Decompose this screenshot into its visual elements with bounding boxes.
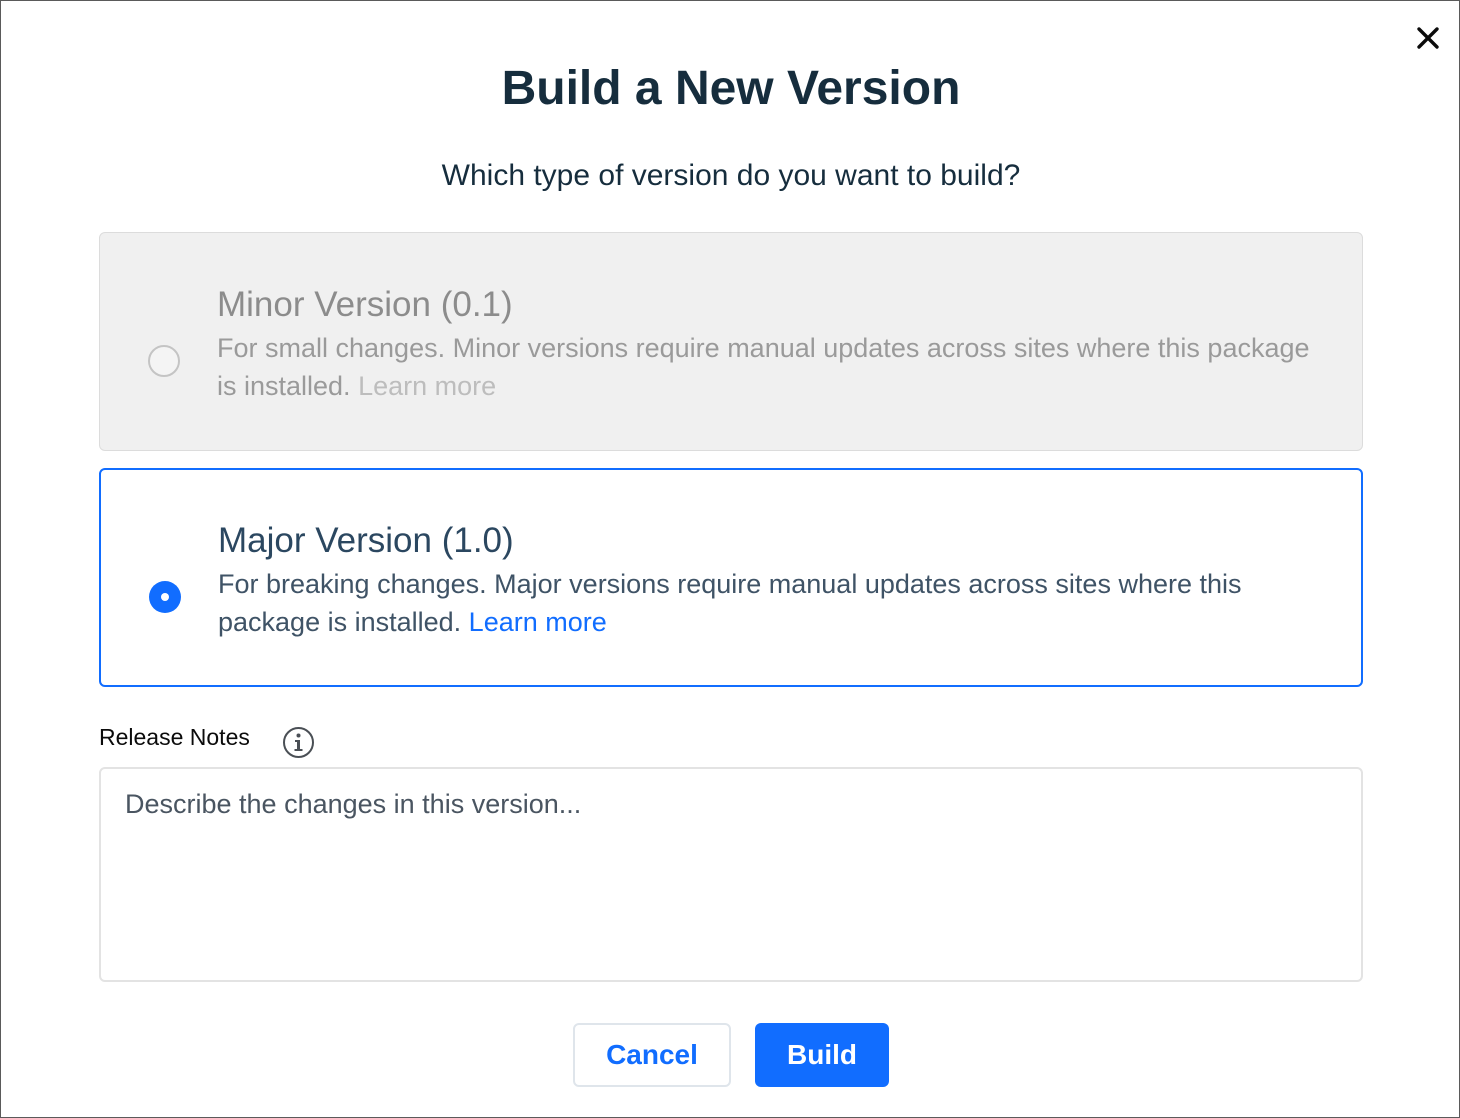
minor-version-radio bbox=[148, 345, 180, 377]
build-button[interactable]: Build bbox=[755, 1023, 889, 1087]
release-notes-input[interactable] bbox=[99, 767, 1363, 982]
dialog-title: Build a New Version bbox=[501, 62, 961, 115]
major-version-radio[interactable] bbox=[149, 581, 181, 613]
release-notes-label: Release Notes bbox=[99, 724, 250, 750]
minor-version-title: Minor Version (0.1) bbox=[217, 285, 513, 324]
radio-selected-dot bbox=[161, 593, 169, 601]
cancel-button[interactable]: Cancel bbox=[573, 1023, 731, 1087]
info-icon[interactable] bbox=[282, 726, 315, 759]
minor-version-option: Minor Version (0.1) For small changes. M… bbox=[99, 232, 1363, 451]
minor-version-description: For small changes. Minor versions requir… bbox=[217, 329, 1327, 405]
major-version-option[interactable]: Major Version (1.0) For breaking changes… bbox=[99, 468, 1363, 687]
dialog-subtitle: Which type of version do you want to bui… bbox=[441, 159, 1021, 192]
major-version-description-text: For breaking changes. Major versions req… bbox=[218, 569, 1242, 637]
build-version-dialog: Build a New Version Which type of versio… bbox=[0, 0, 1460, 1118]
minor-learn-more-link: Learn more bbox=[358, 371, 497, 401]
major-learn-more-link[interactable]: Learn more bbox=[469, 607, 607, 637]
close-icon[interactable] bbox=[1416, 26, 1440, 50]
close-button[interactable] bbox=[1411, 21, 1445, 55]
major-version-description: For breaking changes. Major versions req… bbox=[218, 565, 1328, 641]
major-version-title: Major Version (1.0) bbox=[218, 521, 514, 560]
